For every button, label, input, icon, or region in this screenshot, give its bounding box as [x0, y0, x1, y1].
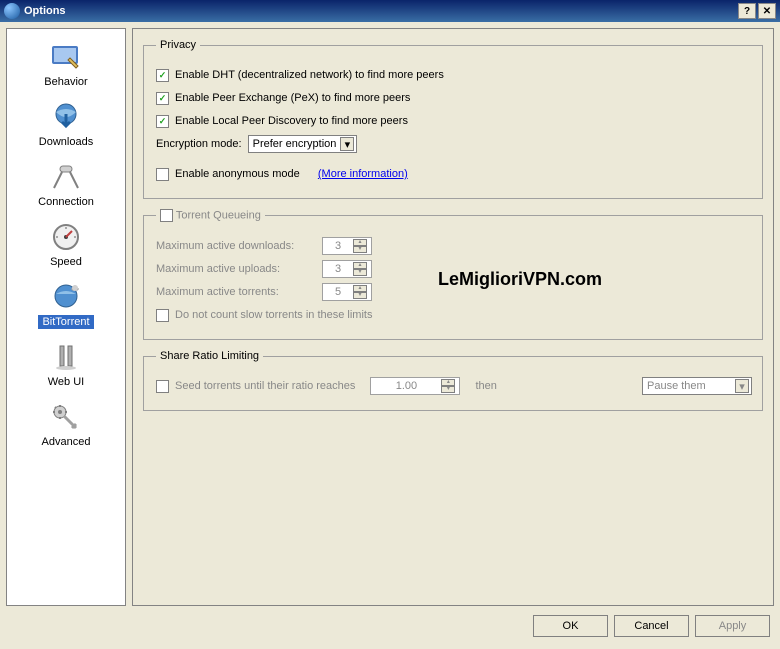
webui-icon: [7, 339, 125, 375]
privacy-legend: Privacy: [156, 39, 200, 51]
seed-checkbox[interactable]: [156, 380, 169, 393]
sidebar-item-label: Speed: [46, 255, 86, 269]
cancel-button[interactable]: Cancel: [614, 615, 689, 637]
sidebar-item-label: Advanced: [38, 435, 95, 449]
lpd-checkbox[interactable]: ✓: [156, 115, 169, 128]
sidebar-item-downloads[interactable]: Downloads: [7, 95, 125, 155]
titlebar: Options ? ✕: [0, 0, 780, 22]
sidebar-item-speed[interactable]: Speed: [7, 215, 125, 275]
seed-label: Seed torrents until their ratio reaches: [175, 380, 355, 392]
app-icon: [4, 3, 20, 19]
connection-icon: [7, 159, 125, 195]
sidebar-item-behavior[interactable]: Behavior: [7, 35, 125, 95]
queue-group: Torrent Queueing Maximum active download…: [143, 209, 763, 340]
main-panel: Privacy ✓ Enable DHT (decentralized netw…: [132, 28, 774, 606]
max-up-label: Maximum active uploads:: [156, 263, 316, 275]
slow-label: Do not count slow torrents in these limi…: [175, 309, 372, 321]
pex-label: Enable Peer Exchange (PeX) to find more …: [175, 92, 410, 104]
max-tr-spin: ▴▾: [322, 283, 372, 301]
apply-button[interactable]: Apply: [695, 615, 770, 637]
max-dl-spin: ▴▾: [322, 237, 372, 255]
behavior-icon: [7, 39, 125, 75]
chevron-down-icon: ▾: [735, 379, 749, 393]
more-info-link[interactable]: (More information): [318, 168, 408, 180]
downloads-icon: [7, 99, 125, 135]
action-value: Pause them: [647, 380, 706, 392]
share-group: Share Ratio Limiting Seed torrents until…: [143, 350, 763, 411]
max-dl-label: Maximum active downloads:: [156, 240, 316, 252]
action-combo: Pause them ▾: [642, 377, 752, 395]
advanced-icon: [7, 399, 125, 435]
max-up-input: [323, 263, 353, 275]
max-tr-input: [323, 286, 353, 298]
max-up-spin: ▴▾: [322, 260, 372, 278]
sidebar-item-webui[interactable]: Web UI: [7, 335, 125, 395]
privacy-group: Privacy ✓ Enable DHT (decentralized netw…: [143, 39, 763, 199]
slow-checkbox: [156, 309, 169, 322]
ratio-input: [371, 380, 441, 392]
encryption-value: Prefer encryption: [253, 138, 337, 150]
share-legend: Share Ratio Limiting: [156, 350, 263, 362]
chevron-down-icon: ▾: [340, 137, 354, 151]
sidebar-item-bittorrent[interactable]: BitTorrent: [7, 275, 125, 335]
queue-enable-checkbox[interactable]: [160, 209, 173, 222]
anon-label: Enable anonymous mode: [175, 168, 300, 180]
bittorrent-icon: [7, 279, 125, 315]
anon-checkbox[interactable]: [156, 168, 169, 181]
sidebar-item-label: Behavior: [40, 75, 91, 89]
queue-legend: Torrent Queueing: [176, 209, 261, 221]
help-button[interactable]: ?: [738, 3, 756, 19]
dialog-footer: OK Cancel Apply: [0, 612, 780, 640]
sidebar-item-label: BitTorrent: [38, 315, 93, 329]
dht-checkbox[interactable]: ✓: [156, 69, 169, 82]
speed-icon: [7, 219, 125, 255]
dht-label: Enable DHT (decentralized network) to fi…: [175, 69, 444, 81]
encryption-label: Encryption mode:: [156, 138, 242, 150]
window-title: Options: [24, 5, 738, 17]
sidebar-item-advanced[interactable]: Advanced: [7, 395, 125, 455]
sidebar-item-label: Connection: [34, 195, 98, 209]
encryption-combo[interactable]: Prefer encryption ▾: [248, 135, 358, 153]
max-tr-label: Maximum active torrents:: [156, 286, 316, 298]
sidebar-item-label: Downloads: [35, 135, 97, 149]
sidebar-item-label: Web UI: [44, 375, 88, 389]
ratio-spin: ▴▾: [370, 377, 460, 395]
close-button[interactable]: ✕: [758, 3, 776, 19]
sidebar-item-connection[interactable]: Connection: [7, 155, 125, 215]
ok-button[interactable]: OK: [533, 615, 608, 637]
sidebar: Behavior Downloads Connection Speed BitT…: [6, 28, 126, 606]
lpd-label: Enable Local Peer Discovery to find more…: [175, 115, 408, 127]
pex-checkbox[interactable]: ✓: [156, 92, 169, 105]
then-label: then: [476, 380, 497, 392]
max-dl-input: [323, 240, 353, 252]
